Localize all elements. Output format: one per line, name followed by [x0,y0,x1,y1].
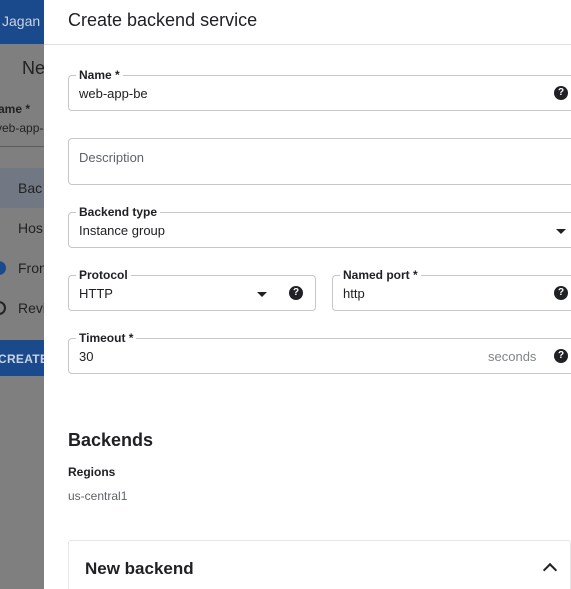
help-icon[interactable]: ? [289,286,303,300]
protocol-label: Protocol [76,268,131,282]
help-icon[interactable]: ? [554,86,568,100]
background-step-icon [0,261,6,275]
timeout-label: Timeout * [76,331,137,345]
protocol-select[interactable]: Protocol HTTP ? [68,268,316,311]
create-backend-service-panel: Create backend service Name * web-app-be… [44,0,571,589]
background-user-name: Jagan [2,13,41,29]
name-value: web-app-be [79,86,148,101]
background-nav-item-frontend: Fron [18,260,47,276]
backends-section-title: Backends [68,430,154,450]
background-name-value: veb-app- [0,121,44,135]
name-label: Name * [76,68,123,82]
backend-type-value: Instance group [79,223,166,238]
chevron-down-icon[interactable] [257,292,267,297]
help-icon[interactable]: ? [554,349,568,363]
background-page-title: Ne [22,58,46,78]
timeout-unit: seconds [488,349,537,364]
named-port-value: http [343,286,365,301]
timeout-value: 30 [79,349,94,364]
protocol-value: HTTP [79,286,113,301]
regions-label: Regions [68,465,116,479]
background-nav-item-backend: Bac [18,180,43,196]
background-nav-item-host: Hos [18,220,43,236]
regions-value: us-central1 [68,489,128,503]
background-create-label: CREATE [0,352,49,366]
name-field[interactable]: Name * web-app-be ? [68,68,571,111]
new-backend-card[interactable]: New backend [68,540,571,589]
help-icon[interactable]: ? [554,286,568,300]
background-step-icon [0,301,6,315]
named-port-label: Named port * [340,268,421,282]
timeout-field[interactable]: Timeout * 30 seconds ? [68,331,571,374]
panel-header: Create backend service [44,0,571,45]
chevron-up-icon[interactable] [542,562,558,578]
background-nav-item-review: Revi [18,300,47,316]
backend-type-select[interactable]: Backend type Instance group [68,205,571,248]
panel-title: Create backend service [68,10,258,30]
backend-type-label: Backend type [76,205,161,219]
named-port-field[interactable]: Named port * http ? [332,268,571,311]
description-placeholder: Description [79,150,145,165]
description-field[interactable]: Description [68,138,571,185]
new-backend-title: New backend [85,559,194,578]
background-name-label: ame * [0,102,31,116]
chevron-down-icon[interactable] [556,229,566,234]
